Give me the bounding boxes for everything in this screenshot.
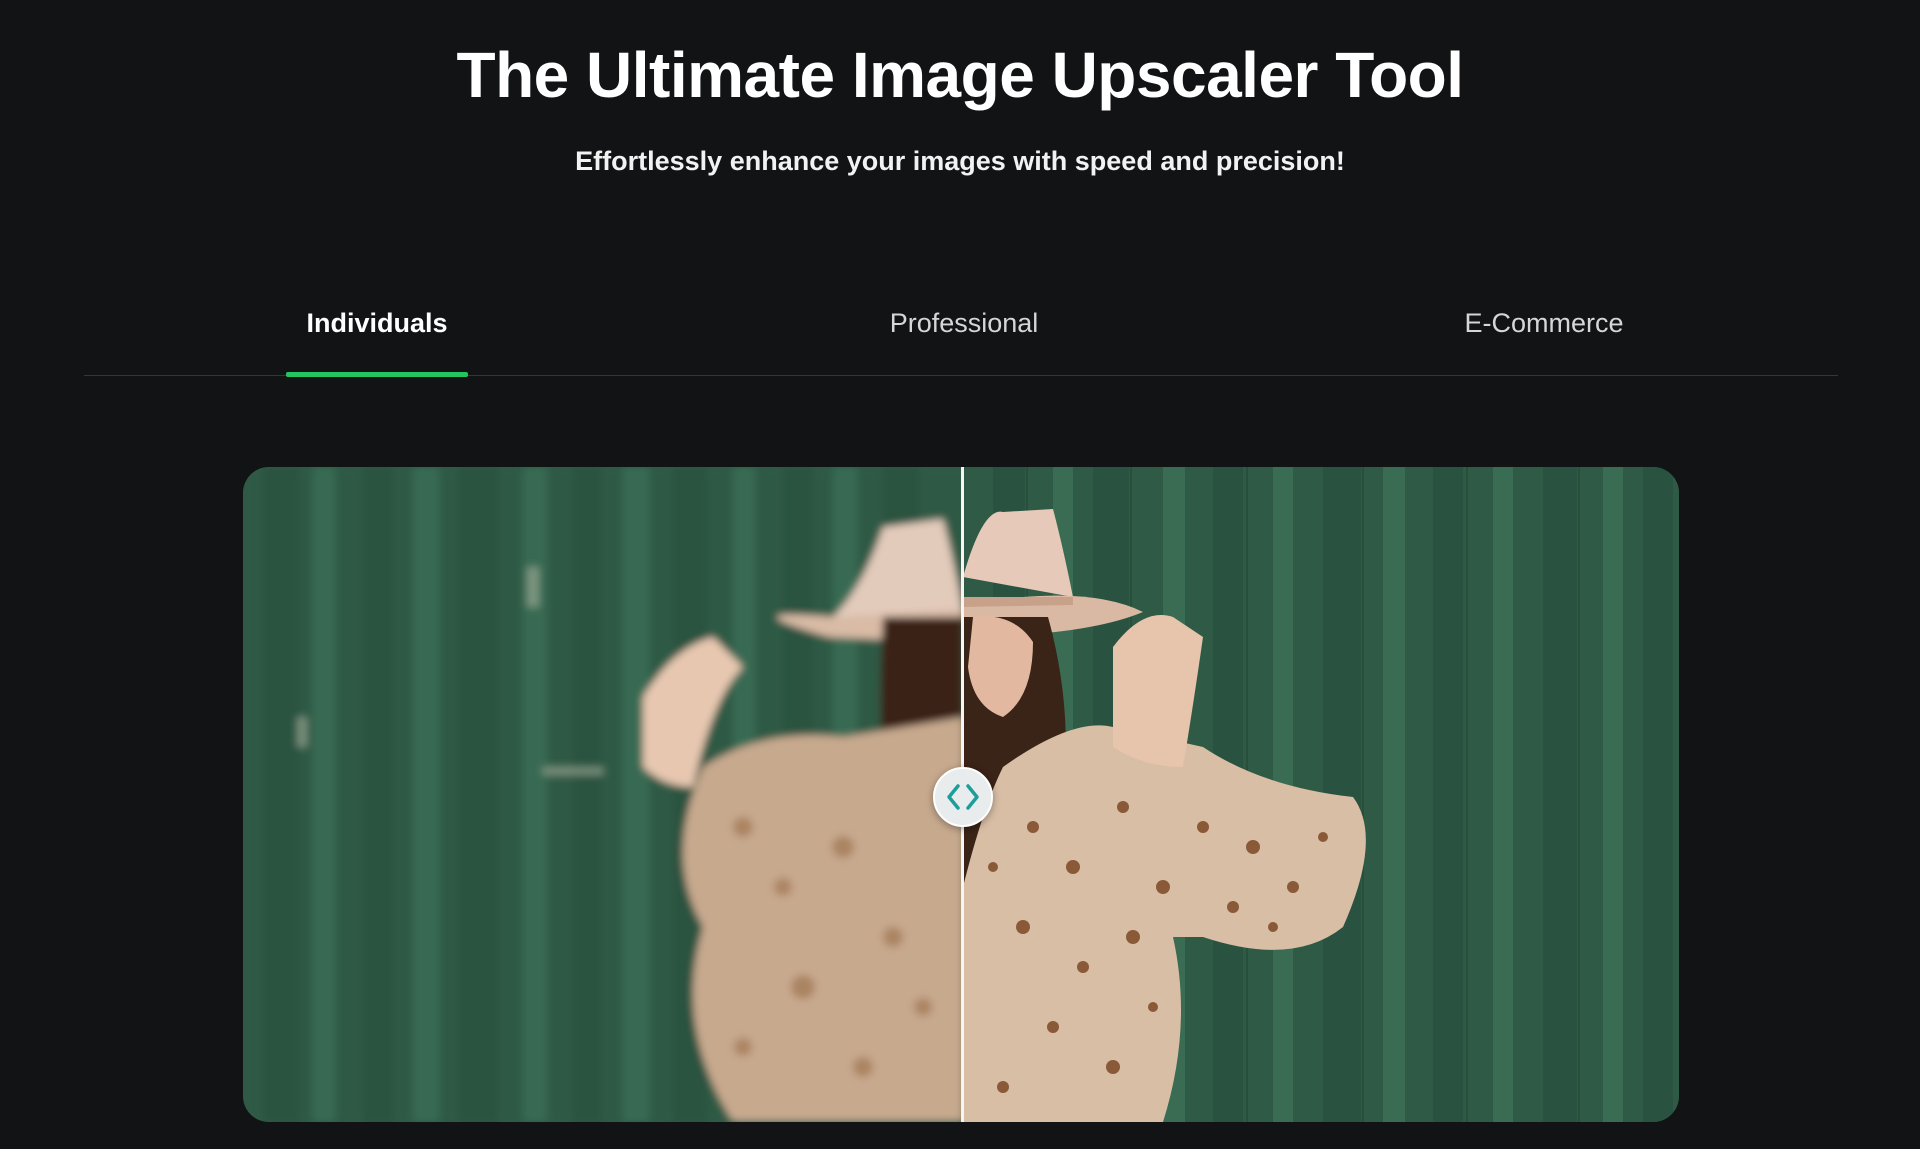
after-image [963, 467, 1679, 1122]
page-title: The Ultimate Image Upscaler Tool [456, 39, 1464, 111]
comparison-slider-handle[interactable] [933, 767, 993, 827]
before-image [243, 467, 963, 1122]
page-subtitle: Effortlessly enhance your images with sp… [575, 146, 1345, 176]
page: The Ultimate Image Upscaler Tool Effortl… [0, 0, 1920, 1149]
tab-professional-label: Professional [889, 308, 1039, 338]
tab-e-commerce[interactable]: E-Commerce [1444, 308, 1644, 376]
tab-individuals-label: Individuals [306, 308, 448, 338]
chevron-left-right-icon [947, 784, 979, 810]
tab-e-commerce-label: E-Commerce [1464, 308, 1624, 338]
active-tab-indicator [286, 372, 468, 377]
audience-tabs: Individuals Professional E-Commerce [84, 290, 1838, 377]
tab-individuals[interactable]: Individuals [286, 308, 468, 377]
tab-professional[interactable]: Professional [864, 308, 1064, 376]
before-after-comparison[interactable] [243, 467, 1679, 1122]
